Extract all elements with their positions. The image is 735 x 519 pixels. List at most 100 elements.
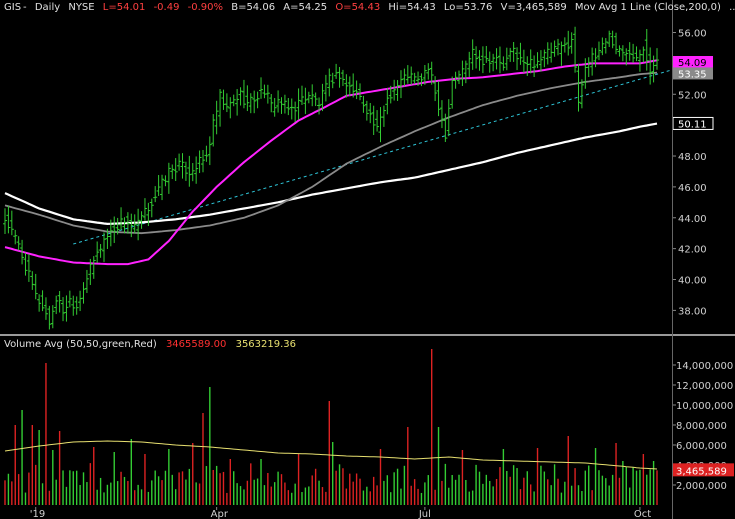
price-bar (596, 41, 601, 61)
price-bar (347, 76, 352, 97)
price-bar (463, 60, 468, 84)
price-tick-label: 38.00 (678, 306, 707, 317)
stock-chart: 38.0040.0042.0044.0046.0048.0050.0052.00… (3, 26, 734, 519)
price-bar (299, 85, 304, 105)
price-bar (644, 29, 649, 71)
price-bar (67, 290, 72, 308)
price-bar (37, 294, 42, 312)
price-bar (245, 85, 250, 112)
open-price: O=54.43 (335, 2, 381, 13)
price-bar (122, 217, 127, 234)
price-bar (313, 92, 318, 107)
price-tick-label: 46.00 (678, 183, 707, 194)
price-bar (470, 39, 475, 70)
price-bar (562, 37, 567, 53)
price-bar (586, 57, 591, 78)
price-bar (218, 89, 223, 127)
price-bar (569, 32, 574, 54)
price-bar (224, 93, 229, 113)
price-bar (528, 49, 533, 74)
price-bar (480, 46, 485, 74)
price-bar (180, 153, 185, 179)
price-bar (340, 69, 345, 87)
price-bar (156, 175, 161, 196)
price-bar (549, 42, 554, 63)
change-value: -0.49 (153, 2, 180, 13)
price-bar (648, 47, 653, 85)
price-bar (43, 297, 48, 320)
bid-price: B=54.06 (231, 2, 276, 13)
price-tick-label: 52.00 (678, 90, 707, 101)
price-bar (40, 290, 45, 312)
price-bar (98, 244, 103, 258)
price-bar (381, 105, 386, 127)
price-bar (532, 55, 537, 77)
price-bar (457, 70, 462, 85)
price-header: GIS - Daily NYSE L=54.01 -0.49 -0.90% B=5… (4, 2, 735, 13)
price-bar (221, 89, 226, 110)
price-bar (614, 32, 619, 55)
price-bar (634, 46, 639, 62)
price-bar (3, 208, 7, 235)
change-percent: -0.90% (187, 2, 224, 13)
ma-study-label[interactable]: Mov Avg 1 Line (Close,200,0) (575, 2, 721, 13)
price-tick-label: 48.00 (678, 152, 707, 163)
price-bar (101, 232, 106, 262)
price-bar (508, 47, 513, 62)
price-bar (262, 84, 267, 99)
price-bar (504, 47, 509, 71)
price-tick-label: 44.00 (678, 214, 707, 225)
price-bar (378, 107, 383, 143)
price-bar (16, 236, 21, 251)
volume-tick-label: 14,000,000 (676, 361, 733, 372)
volume-study-label[interactable]: Volume Avg (50,50,green,Red) (4, 339, 157, 350)
price-bar (241, 79, 246, 109)
price-bar (269, 93, 274, 113)
volume-tick-label: 10,000,000 (676, 401, 733, 412)
price-bar (474, 46, 479, 69)
panel-divider[interactable] (0, 334, 735, 336)
price-bar (317, 97, 322, 115)
ma-50-line (4, 59, 658, 266)
price-bar (371, 105, 376, 135)
price-bar (238, 87, 243, 106)
trendline (73, 68, 675, 245)
price-bar (265, 84, 270, 104)
volume-value: 3465589.00 (165, 339, 227, 350)
price-bar (337, 67, 342, 88)
price-tick-label: 40.00 (678, 276, 707, 287)
price-bar (6, 205, 11, 234)
price-bar (412, 72, 417, 85)
price-bar (497, 46, 502, 74)
price-bar (54, 295, 59, 315)
price-bar (327, 68, 332, 97)
volume-header: Volume Avg (50,50,green,Red) 3465589.00 … (4, 339, 302, 350)
price-bar (306, 91, 311, 104)
price-bar (61, 297, 66, 322)
price-bar (583, 58, 588, 89)
volume-avg-value: 3563219.36 (235, 339, 297, 350)
price-bar (600, 37, 605, 56)
price-bar (64, 295, 69, 322)
price-bar (153, 186, 158, 203)
price-bar (392, 79, 397, 101)
price-bar (30, 271, 35, 290)
price-bar (259, 77, 264, 99)
price-bar (467, 51, 472, 78)
price-bar (610, 30, 615, 49)
price-bar (286, 98, 291, 116)
price-bar (248, 93, 253, 114)
price-label: 54.09 (678, 58, 707, 69)
price-bar (590, 47, 595, 76)
price-bar (235, 89, 240, 116)
high-price: Hi=54.43 (388, 2, 436, 13)
price-bar (272, 97, 277, 117)
price-bar (538, 50, 543, 72)
price-bar (501, 56, 506, 71)
price-bar (149, 198, 154, 218)
price-bar (477, 50, 482, 71)
volume-tick-label: 2,000,000 (676, 481, 727, 492)
more-dots[interactable]: ... (729, 2, 735, 13)
price-bar (91, 256, 96, 279)
price-bar (487, 51, 492, 73)
